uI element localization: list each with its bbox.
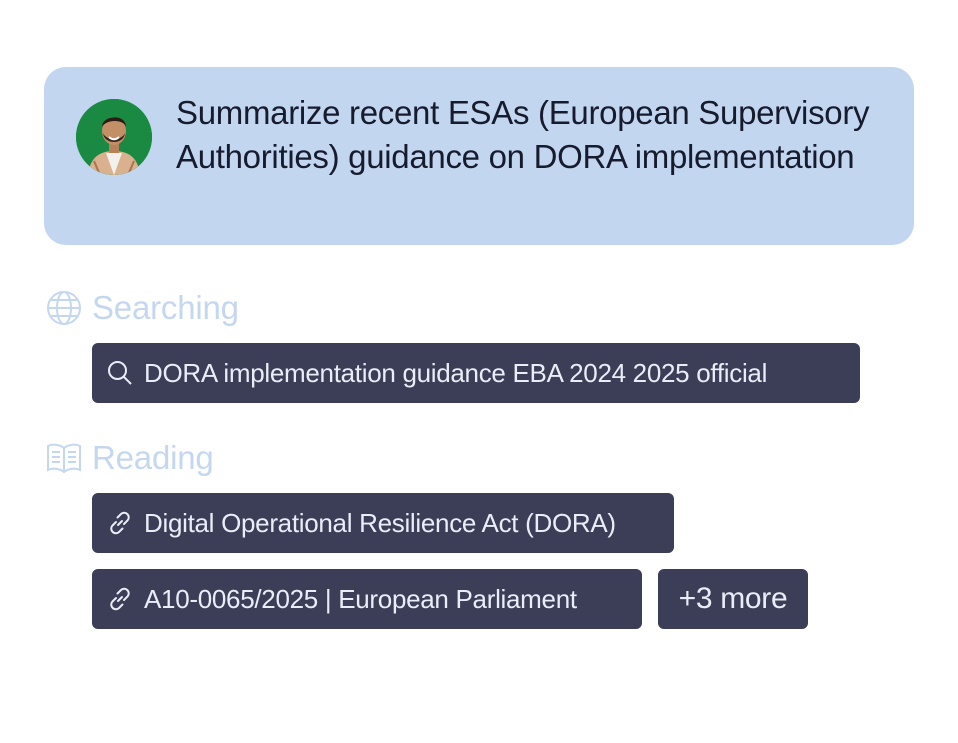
user-avatar [76,99,152,175]
link-icon [106,509,134,537]
source-link-chip[interactable]: Digital Operational Resilience Act (DORA… [92,493,674,553]
source-link-text: A10-0065/2025 | European Parliament [144,583,577,614]
reading-header: Reading [46,439,214,477]
reading-label: Reading [92,439,214,476]
search-query-text: DORA implementation guidance EBA 2024 20… [144,357,768,388]
search-icon [106,359,134,387]
link-icon [106,585,134,613]
search-query-chip[interactable]: DORA implementation guidance EBA 2024 20… [92,343,860,403]
user-prompt-card: Summarize recent ESAs (European Supervis… [44,67,914,245]
globe-icon [46,290,82,326]
source-link-chip[interactable]: A10-0065/2025 | European Parliament [92,569,642,629]
more-sources-button[interactable]: +3 more [658,569,808,629]
agent-activity-panel: Summarize recent ESAs (European Supervis… [0,0,958,743]
searching-header: Searching [46,289,239,327]
prompt-text: Summarize recent ESAs (European Supervis… [176,94,870,175]
source-link-text: Digital Operational Resilience Act (DORA… [144,507,616,538]
user-avatar-photo [76,99,152,175]
searching-label: Searching [92,289,239,326]
more-sources-label: +3 more [678,582,788,615]
book-icon [46,440,82,476]
